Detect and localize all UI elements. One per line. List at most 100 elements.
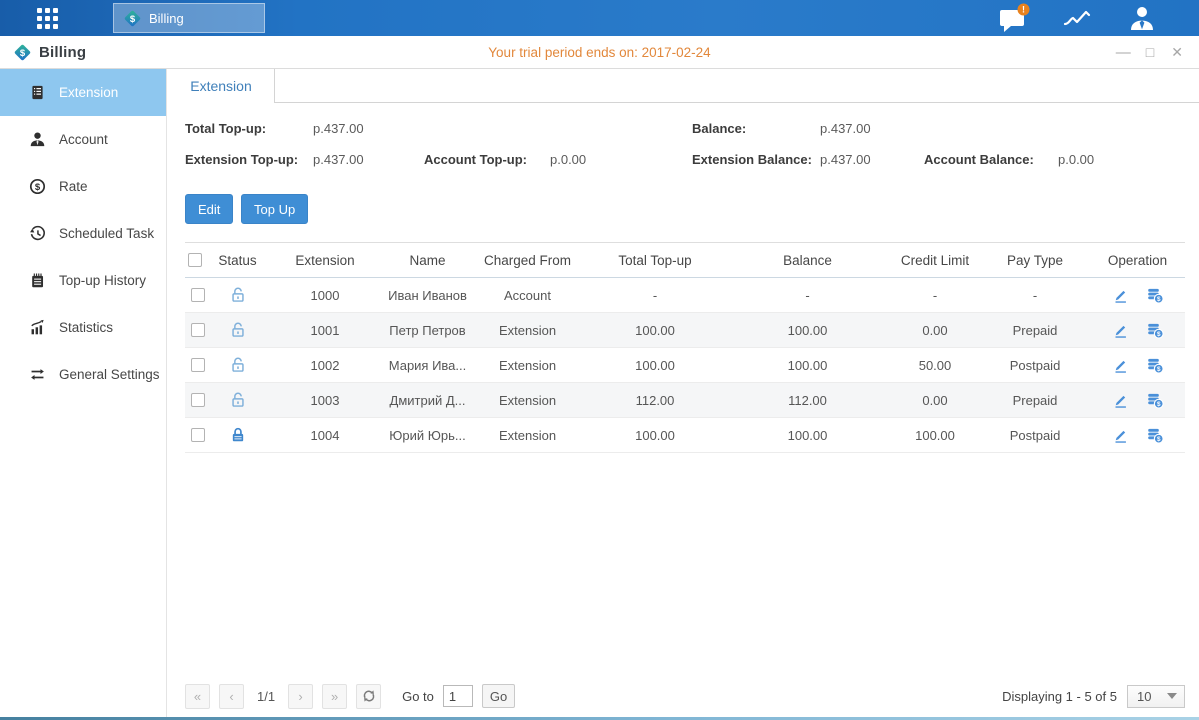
go-button[interactable]: Go <box>482 684 515 708</box>
svg-text:$: $ <box>1156 366 1160 373</box>
row-checkbox[interactable] <box>191 323 205 337</box>
user-account-icon[interactable] <box>1125 4 1159 32</box>
sidebar-item-label: Statistics <box>59 320 113 335</box>
cell-extension: 1000 <box>265 278 385 313</box>
svg-text:$: $ <box>35 182 41 193</box>
goto-page-input[interactable] <box>443 685 473 707</box>
cell-charged-from: Extension <box>470 383 585 418</box>
cell-total-topup: 100.00 <box>585 348 725 383</box>
select-all-checkbox[interactable] <box>188 253 202 267</box>
edit-pencil-icon[interactable] <box>1112 427 1129 444</box>
extension-topup-value: p.437.00 <box>313 152 364 167</box>
cell-extension: 1004 <box>265 418 385 453</box>
page-indicator: 1/1 <box>257 689 275 704</box>
open-padlock-icon[interactable] <box>229 286 247 304</box>
column-header: Extension <box>265 243 385 278</box>
closed-padlock-icon[interactable] <box>229 426 247 444</box>
cell-credit-limit: 0.00 <box>890 313 980 348</box>
cell-total-topup: 100.00 <box>585 313 725 348</box>
sidebar-item-general-settings[interactable]: General Settings <box>0 351 166 398</box>
apps-grid-icon[interactable] <box>37 8 66 29</box>
row-checkbox[interactable] <box>191 393 205 407</box>
page-size-select[interactable]: 10 <box>1127 685 1185 708</box>
sidebar-item-extension[interactable]: Extension <box>0 69 166 116</box>
cell-name: Петр Петров <box>385 313 470 348</box>
billing-app-tab[interactable]: $ Billing <box>113 3 265 33</box>
open-padlock-icon[interactable] <box>229 391 247 409</box>
row-checkbox[interactable] <box>191 288 205 302</box>
sidebar-item-account[interactable]: Account <box>0 116 166 163</box>
person-icon <box>29 131 46 148</box>
open-padlock-icon[interactable] <box>229 356 247 374</box>
cell-balance: 112.00 <box>725 383 890 418</box>
billing-window: $ Billing ! <box>0 0 1199 720</box>
extension-balance-label: Extension Balance: <box>692 152 812 167</box>
minimize-button[interactable]: — <box>1116 45 1129 60</box>
window-title-bar: $ Billing Your trial period ends on: 201… <box>0 36 1199 69</box>
cell-credit-limit: 50.00 <box>890 348 980 383</box>
first-page-button[interactable]: « <box>185 684 210 709</box>
cell-pay-type: Postpaid <box>980 348 1090 383</box>
tab-extension[interactable]: Extension <box>168 69 275 103</box>
svg-text:$: $ <box>130 13 136 24</box>
topup-coins-icon[interactable]: $ <box>1146 322 1164 339</box>
cell-credit-limit: - <box>890 278 980 313</box>
cell-balance: 100.00 <box>725 313 890 348</box>
edit-button[interactable]: Edit <box>185 194 233 224</box>
edit-pencil-icon[interactable] <box>1112 322 1129 339</box>
table-row[interactable]: 1003Дмитрий Д...Extension112.00112.000.0… <box>185 383 1185 418</box>
edit-pencil-icon[interactable] <box>1112 357 1129 374</box>
sidebar-item-rate[interactable]: $ Rate <box>0 163 166 210</box>
maximize-button[interactable]: □ <box>1146 45 1154 59</box>
topup-coins-icon[interactable]: $ <box>1146 392 1164 409</box>
cell-charged-from: Extension <box>470 418 585 453</box>
column-header: Charged From <box>470 243 585 278</box>
sidebar-item-topup-history[interactable]: Top-up History <box>0 257 166 304</box>
column-header: Credit Limit <box>890 243 980 278</box>
next-page-button[interactable]: › <box>288 684 313 709</box>
open-padlock-icon[interactable] <box>229 321 247 339</box>
topup-coins-icon[interactable]: $ <box>1146 357 1164 374</box>
total-topup-label: Total Top-up: <box>185 121 266 136</box>
billing-window-icon: $ <box>13 43 32 62</box>
messages-icon[interactable]: ! <box>997 4 1031 32</box>
account-topup-label: Account Top-up: <box>424 152 527 167</box>
notebook-icon <box>29 272 46 289</box>
table-row[interactable]: 1004Юрий Юрь...Extension100.00100.00100.… <box>185 418 1185 453</box>
edit-pencil-icon[interactable] <box>1112 287 1129 304</box>
pagination: « ‹ 1/1 › » Go to Go <box>185 683 515 709</box>
cell-pay-type: Prepaid <box>980 313 1090 348</box>
refresh-icon <box>362 689 376 703</box>
table-row[interactable]: 1000Иван ИвановAccount---- $ <box>185 278 1185 313</box>
edit-pencil-icon[interactable] <box>1112 392 1129 409</box>
cell-total-topup: 112.00 <box>585 383 725 418</box>
cell-credit-limit: 0.00 <box>890 383 980 418</box>
topup-coins-icon[interactable]: $ <box>1146 427 1164 444</box>
topup-button[interactable]: Top Up <box>241 194 308 224</box>
table-row[interactable]: 1001Петр ПетровExtension100.00100.000.00… <box>185 313 1185 348</box>
last-page-button[interactable]: » <box>322 684 347 709</box>
sidebar-item-scheduled-task[interactable]: Scheduled Task <box>0 210 166 257</box>
cell-extension: 1003 <box>265 383 385 418</box>
tab-strip: Extension <box>168 69 1199 103</box>
sidebar-item-statistics[interactable]: Statistics <box>0 304 166 351</box>
topup-coins-icon[interactable]: $ <box>1146 287 1164 304</box>
history-clock-icon <box>29 225 46 242</box>
column-header: Balance <box>725 243 890 278</box>
svg-text:$: $ <box>1156 401 1160 408</box>
cell-charged-from: Account <box>470 278 585 313</box>
row-checkbox[interactable] <box>191 428 205 442</box>
resource-monitor-icon[interactable] <box>1061 4 1095 32</box>
account-balance-value: p.0.00 <box>1058 152 1094 167</box>
cell-balance: 100.00 <box>725 418 890 453</box>
ledger-icon <box>29 84 46 101</box>
cell-balance: 100.00 <box>725 348 890 383</box>
sidebar-item-label: Scheduled Task <box>59 226 154 241</box>
close-button[interactable]: ✕ <box>1171 45 1183 59</box>
trial-notice: Your trial period ends on: 2017-02-24 <box>0 36 1199 68</box>
row-checkbox[interactable] <box>191 358 205 372</box>
table-row[interactable]: 1002Мария Ива...Extension100.00100.0050.… <box>185 348 1185 383</box>
cell-pay-type: Postpaid <box>980 418 1090 453</box>
refresh-button[interactable] <box>356 684 381 709</box>
prev-page-button[interactable]: ‹ <box>219 684 244 709</box>
